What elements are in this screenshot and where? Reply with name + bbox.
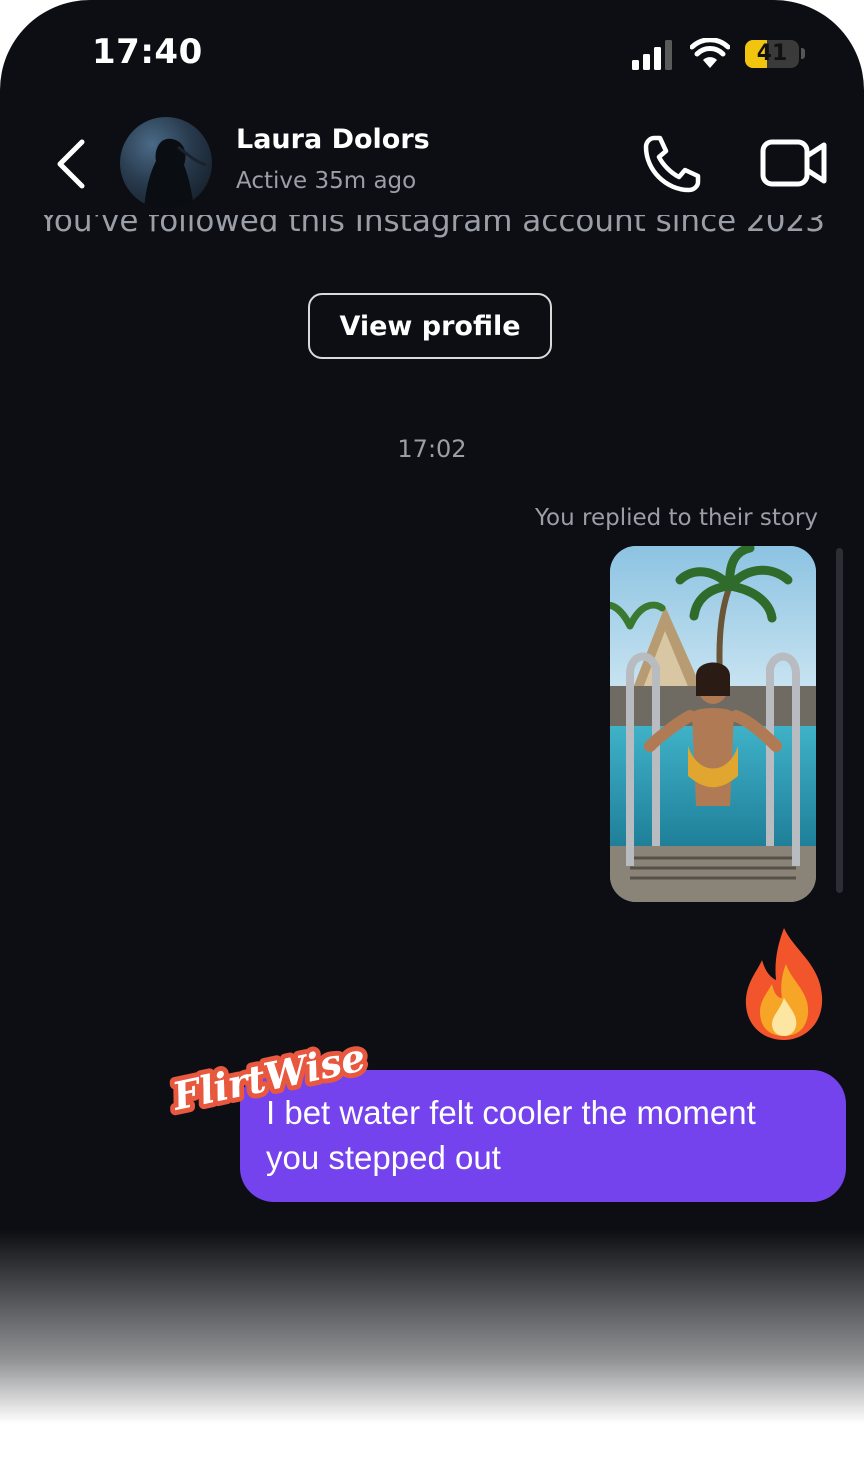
view-profile-button[interactable]: View profile	[308, 293, 552, 359]
story-image	[610, 546, 816, 902]
signal-icon	[632, 40, 672, 70]
fire-icon	[745, 928, 823, 1040]
status-time: 17:40	[92, 32, 203, 72]
svg-text:FlirtWise: FlirtWise	[168, 1034, 370, 1119]
avatar[interactable]	[120, 117, 212, 209]
follow-info-text: You've followed this Instagram account s…	[39, 215, 825, 239]
back-chevron-icon[interactable]	[52, 136, 92, 192]
contact-status: Active 35m ago	[236, 168, 417, 194]
info-text-clip: You've followed this Instagram account s…	[0, 215, 864, 243]
battery-level: 41	[756, 41, 788, 66]
phone-icon[interactable]	[638, 130, 706, 198]
message-timestamp: 17:02	[397, 435, 467, 463]
battery-tip	[801, 48, 805, 59]
video-camera-icon[interactable]	[758, 130, 830, 194]
wifi-icon	[690, 38, 730, 68]
fire-reaction	[736, 924, 832, 1042]
contact-name[interactable]: Laura Dolors	[236, 124, 430, 155]
phone-screen: 17:40 41 You've followed this Instagram …	[0, 0, 864, 1466]
battery-indicator: 41	[745, 40, 799, 68]
story-reply-note: You replied to their story	[535, 505, 818, 531]
avatar-silhouette-icon	[144, 138, 207, 209]
story-thumbnail[interactable]	[610, 546, 816, 902]
flirtwise-logo: FlirtWise FlirtWise	[166, 1032, 372, 1122]
scrollbar[interactable]	[836, 548, 843, 893]
